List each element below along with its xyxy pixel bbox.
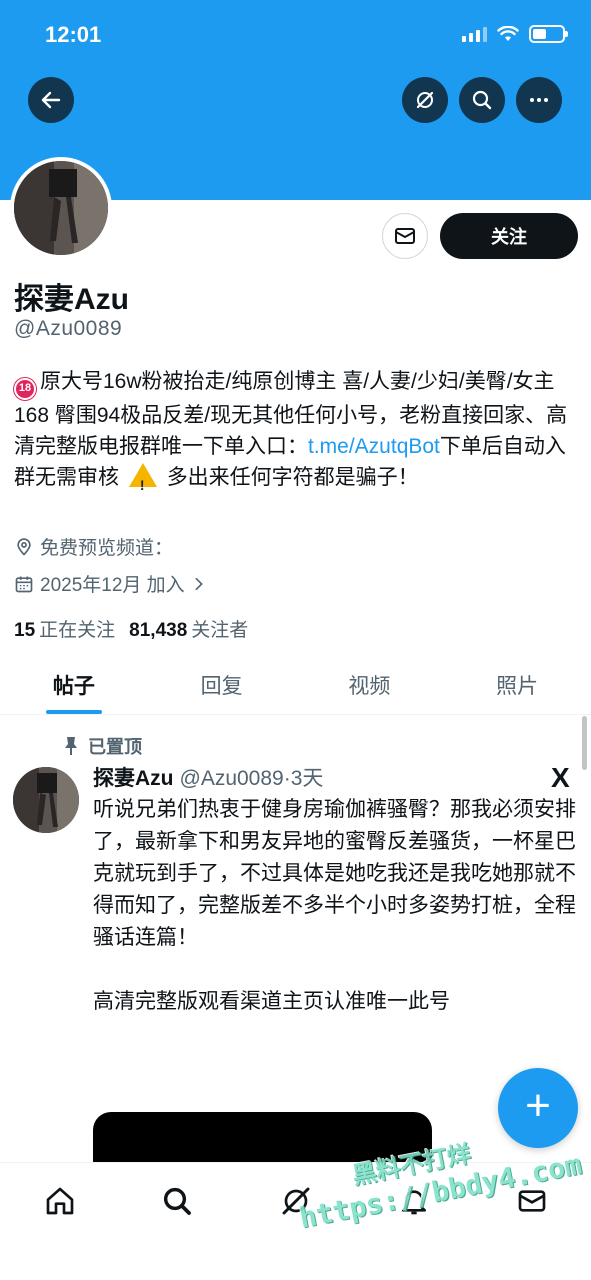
post-meta: @Azu0089·3天 (179, 767, 324, 790)
pinned-label: 已置顶 (88, 737, 142, 757)
tab-videos[interactable]: 视频 (296, 655, 444, 714)
pinned-indicator: 已置顶 (62, 733, 142, 759)
post-body[interactable]: 听说兄弟们热衷于健身房瑜伽裤骚臀？那我必须安排了，最新拿下和男友异地的蜜臀反差骚… (93, 794, 579, 1018)
profile-bio: 18 原大号16w粉被抬走/纯原创博主 喜/人妻/少妇/美臀/女主168 臀围94… (14, 366, 580, 493)
battery-icon (529, 25, 568, 43)
warning-icon: ! (128, 462, 157, 493)
following-label: 正在关注 (39, 620, 116, 641)
location-text: 免费预览频道： (40, 538, 174, 559)
profile-tabs: 帖子 回复 视频 照片 (0, 655, 591, 715)
arrow-left-icon (41, 91, 61, 109)
follow-button[interactable]: 关注 (440, 213, 578, 259)
pin-icon (65, 737, 77, 755)
chevron-right-icon (195, 577, 203, 590)
profile-handle: @Azu0089 (14, 317, 123, 340)
back-button[interactable] (28, 77, 74, 123)
followers-stat[interactable]: 81,438 关注者 (129, 615, 248, 642)
status-bar: 12:01 (0, 0, 591, 70)
grok-button[interactable] (402, 77, 448, 123)
tab-posts[interactable]: 帖子 (0, 655, 148, 714)
profile-location: 免费预览频道： (14, 533, 173, 560)
envelope-icon (395, 228, 415, 244)
post-header: 探妻Azu @Azu0089·3天 (93, 762, 323, 792)
nav-home[interactable] (38, 1179, 82, 1223)
following-stat[interactable]: 15 正在关注 (14, 615, 115, 642)
search-icon (163, 1187, 191, 1215)
nav-search[interactable] (155, 1179, 199, 1223)
x-logo-icon: X (551, 762, 570, 793)
home-icon (46, 1187, 74, 1215)
wifi-icon (497, 26, 519, 41)
tab-photos[interactable]: 照片 (443, 655, 591, 714)
post-author-name[interactable]: 探妻Azu (93, 762, 174, 792)
signal-icon (462, 26, 487, 42)
following-count: 15 (14, 620, 36, 641)
grok-icon (416, 91, 434, 109)
location-pin-icon (17, 537, 31, 556)
followers-count: 81,438 (129, 620, 188, 641)
profile-name: 探妻Azu (14, 283, 129, 316)
tab-replies[interactable]: 回复 (148, 655, 296, 714)
search-button[interactable] (459, 77, 505, 123)
scrollbar[interactable] (582, 716, 587, 770)
adult-18-icon: 18 (14, 377, 36, 400)
profile-stats: 15 正在关注 81,438 关注者 (14, 615, 248, 642)
bio-text-3: 多出来任何字符都是骗子！ (166, 465, 419, 489)
more-horizontal-icon (530, 98, 548, 102)
joined-text: 2025年12月 加入 (40, 575, 185, 596)
post-author-avatar[interactable] (13, 767, 79, 833)
status-time: 12:01 (45, 22, 102, 47)
avatar-photo (13, 767, 79, 833)
status-icons (462, 25, 568, 43)
profile-avatar[interactable] (10, 157, 112, 259)
calendar-icon (15, 576, 33, 592)
more-button[interactable] (516, 77, 562, 123)
bio-link[interactable]: t.me/AzutqBot (308, 435, 440, 458)
followers-label: 关注者 (191, 620, 249, 641)
search-icon (472, 90, 492, 110)
profile-joined[interactable]: 2025年12月 加入 (14, 570, 207, 597)
avatar-photo (14, 161, 108, 255)
message-button[interactable] (382, 213, 428, 259)
